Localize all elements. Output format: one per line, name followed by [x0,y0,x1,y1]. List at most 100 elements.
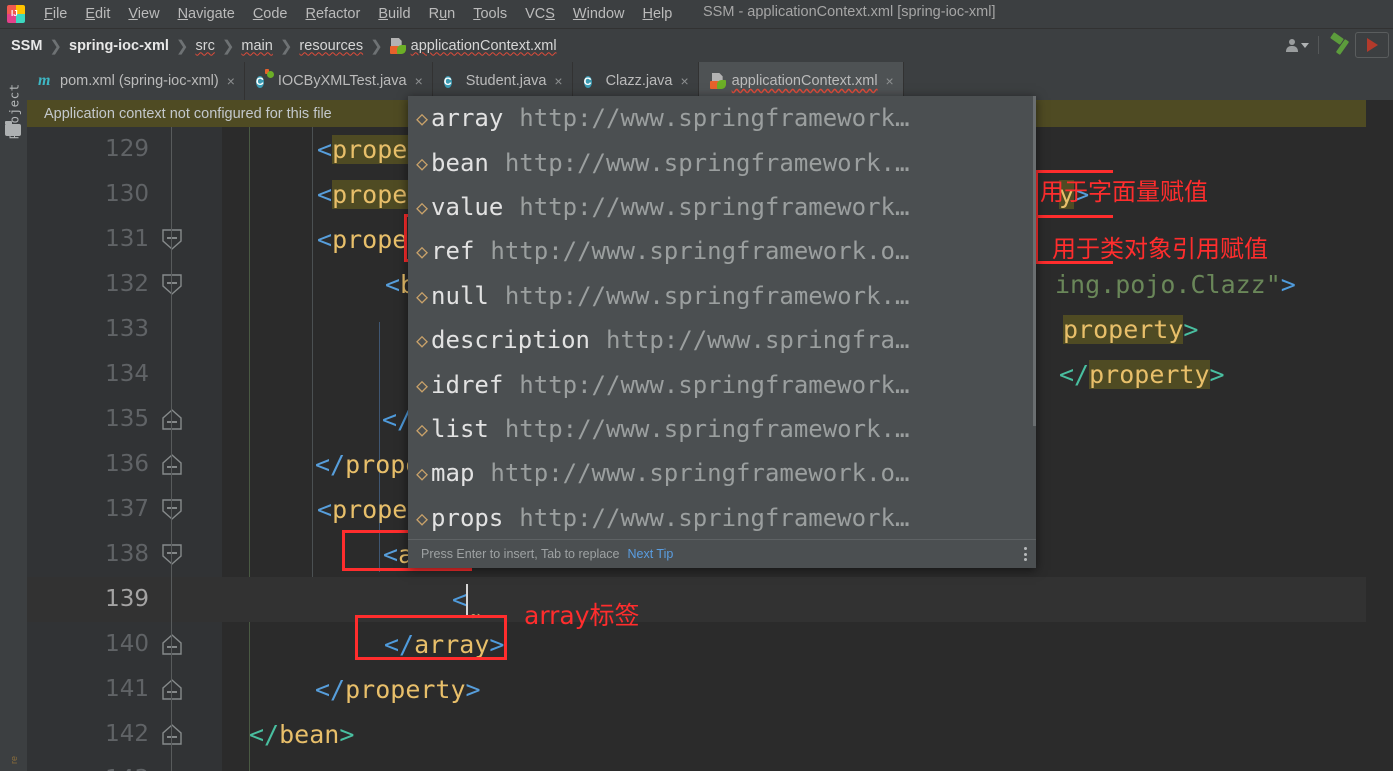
line-number: 131 [105,226,149,252]
build-project-button[interactable] [1325,32,1355,58]
tab-iocbyxmltest-java[interactable]: C IOCByXMLTest.java × [245,62,433,100]
breadcrumb-item-main[interactable]: main [241,38,272,54]
editor-tab-bar: m pom.xml (spring-ioc-xml) × C IOCByXMLT… [27,62,1393,100]
autocomplete-item-ref[interactable]: ◇ ref http://www.springframework.o… [408,229,1036,273]
highlight-box-value [1035,170,1113,218]
fold-expand-icon[interactable] [162,409,182,430]
menu-item-help[interactable]: Help [633,4,681,24]
menu-item-navigate[interactable]: Navigate [169,4,244,24]
autocomplete-item-bean[interactable]: ◇ bean http://www.springframework.… [408,140,1036,184]
line-number: 137 [105,496,149,522]
line-number: 139 [105,586,149,612]
navbar-toolbar [1282,28,1389,62]
person-icon [1285,38,1298,52]
editor-line-row[interactable]: 141 </property> [27,667,1366,712]
autocomplete-item-list[interactable]: ◇ list http://www.springframework.… [408,407,1036,451]
window-title: SSM - applicationContext.xml [spring-ioc… [703,4,996,20]
tab-close-icon[interactable]: × [886,74,894,88]
intellij-idea-logo-icon: IJ [7,5,25,23]
code-text: </property> [1059,360,1225,389]
code-text: <proper [317,135,423,164]
fold-expand-icon[interactable] [162,634,182,655]
breadcrumb-item-src[interactable]: src [195,38,214,54]
java-class-icon: C [443,76,452,88]
breadcrumb-separator: ❯ [279,37,293,55]
tag-diamond-icon: ◇ [416,328,428,353]
tab-close-icon[interactable]: × [554,74,562,88]
fold-collapse-icon[interactable] [162,544,182,565]
editor-line-row[interactable]: 143 [27,757,1366,771]
menu-item-file[interactable]: File [35,4,76,24]
autocomplete-item-map[interactable]: ◇ map http://www.springframework.o… [408,451,1036,495]
editor-line-row-current[interactable]: 139 < ∾ [27,577,1366,622]
java-test-class-icon: C [255,76,264,88]
menu-item-build[interactable]: Build [369,4,419,24]
tab-close-icon[interactable]: × [680,74,688,88]
breadcrumb-item-application-context-xml[interactable]: applicationContext.xml [389,37,557,54]
run-button[interactable] [1355,32,1389,58]
menu-item-tools[interactable]: Tools [464,4,516,24]
line-number: 132 [105,271,149,297]
next-tip-link[interactable]: Next Tip [627,547,673,561]
menu-item-refactor[interactable]: Refactor [297,4,370,24]
autocomplete-item-idref[interactable]: ◇ idref http://www.springframework… [408,362,1036,406]
maven-m-icon: m [38,72,51,89]
person-button[interactable] [1282,32,1312,58]
breadcrumb-item-ssm[interactable]: SSM [11,38,42,54]
tab-student-java[interactable]: C Student.java × [433,62,573,100]
menu-item-vcs[interactable]: VCS [516,4,564,24]
navigation-bar: SSM ❯ spring-ioc-xml ❯ src ❯ main ❯ reso… [0,28,1393,62]
ide-window: IJ File Edit View Navigate Code Refactor… [0,0,1393,771]
java-class-icon: C [583,76,592,88]
xml-spring-file-icon [389,37,406,54]
notice-text: Application context not configured for t… [44,105,332,122]
menu-item-window[interactable]: Window [564,4,634,24]
breadcrumb-item-resources[interactable]: resources [299,38,363,54]
tag-diamond-icon: ◇ [416,461,428,486]
tab-pom-xml[interactable]: m pom.xml (spring-ioc-xml) × [27,62,245,100]
autocomplete-item-props[interactable]: ◇ props http://www.springframework… [408,496,1036,540]
fold-expand-icon[interactable] [162,454,182,475]
autocomplete-item-value[interactable]: ◇ value http://www.springframework… [408,185,1036,229]
menu-item-run[interactable]: Run [420,4,465,24]
line-number: 140 [105,631,149,657]
toolbar-divider [1318,36,1319,54]
line-number: 138 [105,541,149,567]
editor-line-row[interactable]: 140 </array> [27,622,1366,667]
code-text: </prope [315,450,421,479]
xml-spring-file-icon [709,73,726,89]
tab-close-icon[interactable]: × [227,74,235,88]
sidebar-item-bottom[interactable]: re [9,740,19,771]
line-number: 141 [105,676,149,702]
editor-line-row[interactable]: 142 </bean> [27,712,1366,757]
code-text: ing.pojo.Clazz"> [1055,270,1296,299]
chevron-down-icon [1301,42,1309,48]
folder-icon[interactable] [5,121,21,136]
autocomplete-item-null[interactable]: ◇ null http://www.springframework.… [408,274,1036,318]
autocomplete-item-array[interactable]: ◇ array http://www.springframework… [408,96,1036,140]
fold-collapse-icon[interactable] [162,274,182,295]
fold-collapse-icon[interactable] [162,499,182,520]
line-number: 134 [105,361,149,387]
fold-collapse-icon[interactable] [162,229,182,250]
menu-item-edit[interactable]: Edit [76,4,119,24]
tag-diamond-icon: ◇ [416,150,428,175]
autocomplete-hint-text: Press Enter to insert, Tab to replace [421,547,620,561]
code-text: </bean> [249,720,355,749]
fold-expand-icon[interactable] [162,724,182,745]
kebab-menu-icon[interactable] [1024,547,1027,561]
menu-item-view[interactable]: View [119,4,168,24]
autocomplete-popup[interactable]: ◇ array http://www.springframework… ◇ be… [408,96,1036,568]
menu-item-code[interactable]: Code [244,4,297,24]
tab-clazz-java[interactable]: C Clazz.java × [573,62,699,100]
build-hammer-icon [1329,32,1351,56]
tag-diamond-icon: ◇ [416,505,428,530]
fold-expand-icon[interactable] [162,679,182,700]
tab-close-icon[interactable]: × [415,74,423,88]
tab-application-context-xml[interactable]: applicationContext.xml × [698,62,904,100]
breadcrumb-item-spring-ioc-xml[interactable]: spring-ioc-xml [69,38,169,54]
breadcrumb-separator: ❯ [221,37,235,55]
annotation-array-tag: array标签 [524,601,640,630]
autocomplete-scrollbar[interactable] [1033,96,1036,426]
autocomplete-item-description[interactable]: ◇ description http://www.springfra… [408,318,1036,362]
